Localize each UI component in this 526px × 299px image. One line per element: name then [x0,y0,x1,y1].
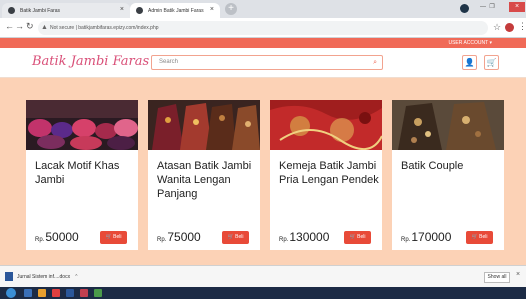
search-placeholder: Search [159,59,179,65]
site-favicon-icon [8,7,15,14]
tab-close-icon[interactable]: × [210,6,214,13]
explorer-icon[interactable] [24,289,32,297]
cart-icon: 🛒 [227,234,234,240]
close-icon[interactable]: × [516,271,520,278]
cart-icon: 🛒 [471,234,478,240]
warning-icon: ▲ [41,24,48,31]
buy-button[interactable]: 🛒 Beli [344,231,371,244]
tab-batik-jambi-faras[interactable]: Batik Jambi Faras × [2,3,130,18]
product-price: Rp.75000 [157,230,201,244]
cart-button[interactable]: 🛒 [484,55,499,70]
search-input[interactable]: Search ⌕ [151,55,383,70]
user-button[interactable]: 👤 [462,55,477,70]
product-price: Rp.130000 [279,230,330,244]
start-button[interactable] [6,288,16,298]
tab-label: Admin Batik Jambi Faras [148,7,204,14]
product-title[interactable]: Atasan Batik Jambi Wanita Lengan Panjang [157,159,257,201]
product-card[interactable]: Kemeja Batik Jambi Pria Lengan Pendek Rp… [270,100,382,250]
security-label: Not secure [50,25,75,31]
download-item[interactable]: Jurnal Sistem inf....docx ⌃ [5,271,78,283]
product-card[interactable]: Lacak Motif Khas Jambi Rp.50000 🛒 Beli [26,100,138,250]
tab-close-icon[interactable]: × [120,6,124,13]
buy-button[interactable]: 🛒 Beli [222,231,249,244]
user-account-menu[interactable]: USER ACCOUNT ▾ [448,40,492,46]
minimize-maximize-icon[interactable]: — ❐ [480,3,495,10]
window-close-button[interactable]: × [509,2,525,12]
browser-toolbar: ← → ↻ ▲ Not secure | batikjambifaras.epi… [0,18,526,38]
cart-icon: 🛒 [349,234,356,240]
product-image[interactable] [270,100,382,150]
back-arrow-icon[interactable]: ← [5,21,14,31]
downloads-bar: Jurnal Sistem inf....docx ⌃ Show all × [0,265,526,287]
download-filename: Jurnal Sistem inf....docx [17,274,71,280]
site-header: Batik Jambi Faras Search ⌕ 👤 🛒 [0,48,526,78]
buy-button[interactable]: 🛒 Beli [466,231,493,244]
user-icon: 👤 [464,58,475,67]
forward-arrow-icon[interactable]: → [15,21,24,31]
app-icon[interactable] [80,289,88,297]
product-title[interactable]: Batik Couple [401,159,501,173]
buy-button[interactable]: 🛒 Beli [100,231,127,244]
profile-icon[interactable] [460,4,469,13]
app-icon[interactable] [94,289,102,297]
tab-label: Batik Jambi Faras [20,7,61,14]
product-card[interactable]: Atasan Batik Jambi Wanita Lengan Panjang… [148,100,260,250]
folder-icon[interactable] [38,289,46,297]
product-image[interactable] [148,100,260,150]
tab-admin-batik-jambi-faras[interactable]: Admin Batik Jambi Faras × [130,3,220,18]
word-icon[interactable] [66,289,74,297]
url-text: batikjambifaras.epizy.com/index.php [78,25,159,31]
product-title[interactable]: Lacak Motif Khas Jambi [35,159,135,187]
product-price: Rp.50000 [35,230,79,244]
product-title[interactable]: Kemeja Batik Jambi Pria Lengan Pendek [279,159,379,187]
browser-menu-icon[interactable]: ⋮ [518,21,526,32]
web-page: USER ACCOUNT ▾ Batik Jambi Faras Search … [0,38,526,265]
reload-icon[interactable]: ↻ [26,21,34,32]
word-document-icon [5,272,13,282]
new-tab-button[interactable]: + [225,3,237,15]
bookmark-star-icon[interactable]: ☆ [493,22,501,33]
site-favicon-icon [136,7,143,14]
address-bar[interactable]: ▲ Not secure | batikjambifaras.epizy.com… [38,21,488,35]
product-image[interactable] [26,100,138,150]
product-grid: Lacak Motif Khas Jambi Rp.50000 🛒 Beli A… [26,100,506,250]
search-icon[interactable]: ⌕ [373,56,377,69]
cart-icon: 🛒 [486,58,497,67]
product-price: Rp.170000 [401,230,452,244]
chevron-down-icon[interactable]: ⌃ [71,274,78,280]
browser-tab-strip: Batik Jambi Faras × Admin Batik Jambi Fa… [0,0,526,18]
site-logo[interactable]: Batik Jambi Faras [32,54,149,69]
show-all-button[interactable]: Show all [484,272,510,283]
os-taskbar [0,287,526,299]
cart-icon: 🛒 [105,234,112,240]
chrome-icon[interactable] [52,289,60,297]
extension-icon[interactable] [505,23,514,32]
product-card[interactable]: Batik Couple Rp.170000 🛒 Beli [392,100,504,250]
top-bar: USER ACCOUNT ▾ [0,38,526,48]
product-image[interactable] [392,100,504,150]
